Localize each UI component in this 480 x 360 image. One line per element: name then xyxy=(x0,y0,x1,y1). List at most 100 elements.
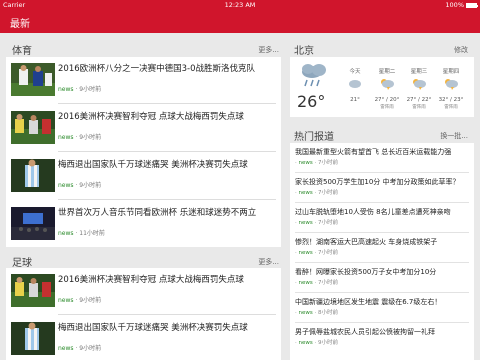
forecast-day-name: 星期三 xyxy=(410,69,428,75)
news-time: 9小时前 xyxy=(79,345,102,352)
news-title: 世界首次万人音乐节同看欧洲杯 乐迷和球迷势不两立 xyxy=(58,208,257,218)
hot-news-meta: · news · 7小时前 xyxy=(295,250,338,256)
hot-section-title: 热门报道 xyxy=(294,132,334,143)
news-title: 2016美洲杯决赛智利夺冠 点球大战梅西罚失点球 xyxy=(58,275,244,285)
news-source: news xyxy=(298,280,313,286)
news-item[interactable]: 2016美洲杯决赛智利夺冠 点球大战梅西罚失点球 news · 9小时前 xyxy=(6,270,276,313)
news-source: news xyxy=(298,250,313,256)
news-item[interactable]: 世界首次万人音乐节同看欧洲杯 乐迷和球迷势不两立 news · 11小时前 xyxy=(6,203,276,246)
news-time: 9小时前 xyxy=(79,182,102,189)
weather-section-header: 北京 修改 xyxy=(294,42,468,58)
page-title: 最新 xyxy=(10,19,30,30)
rain-cloud-icon xyxy=(302,64,326,87)
news-meta: news · 9小时前 xyxy=(58,86,102,93)
news-source: news xyxy=(58,182,74,189)
football-more-link[interactable]: 更多... xyxy=(258,257,279,267)
hot-news-meta: · news · 7小时前 xyxy=(295,220,338,226)
hot-news-item[interactable]: 看醉！网曝家长投资500万子女中考加分10分 · news · 7小时前 xyxy=(295,267,471,286)
news-time: 9小时前 xyxy=(79,297,102,304)
cloud-icon xyxy=(349,80,361,88)
forecast-temp: 27° / 22° xyxy=(406,97,432,103)
hot-news-meta: · news · 8小时前 xyxy=(295,310,338,316)
football-news-card: 2016美洲杯决赛智利夺冠 点球大战梅西罚失点球 news · 9小时前 梅西退… xyxy=(6,268,281,360)
football-section-header: 足球 更多... xyxy=(12,254,279,270)
news-divider xyxy=(58,103,276,104)
forecast-day: 星期二 27° / 20° 雷阵雨 xyxy=(372,67,402,110)
hot-news-meta: · news · 9小时前 xyxy=(295,340,338,346)
status-bar: Carrier 12:23 AM 100% xyxy=(0,0,480,10)
news-time: 9小时前 xyxy=(79,86,102,93)
hot-news-meta: · news · 7小时前 xyxy=(295,160,338,166)
news-time: 11小时前 xyxy=(79,230,105,237)
news-meta: news · 9小时前 xyxy=(58,345,102,352)
news-source: news xyxy=(58,345,74,352)
weather-card[interactable]: 26° 今天 21° 星期二 27° / 20° 雷阵雨 星期三 27° / 2… xyxy=(290,57,474,117)
hot-news-item[interactable]: 我国最新重型火箭有望首飞 总长近百米运载能力强 · news · 7小时前 xyxy=(295,147,471,166)
thunderstorm-icon xyxy=(413,79,426,90)
forecast-temp: 21° xyxy=(350,97,360,103)
news-item[interactable]: 梅西退出国家队千万球迷痛哭 美洲杯决赛罚失点球 news · 9小时前 xyxy=(6,318,276,360)
news-time: 9小时前 xyxy=(317,340,338,346)
weather-edit-link[interactable]: 修改 xyxy=(454,45,468,55)
news-title: 梅西退出国家队千万球迷痛哭 美洲杯决赛罚失点球 xyxy=(58,160,248,170)
battery-indicator: 100% xyxy=(445,1,478,9)
news-source: news xyxy=(298,220,313,226)
forecast-condition: 雷阵雨 xyxy=(412,105,426,110)
news-source: news xyxy=(298,190,313,196)
forecast-day: 星期三 27° / 22° 雷阵雨 xyxy=(404,67,434,110)
news-meta: news · 9小时前 xyxy=(58,297,102,304)
hot-news-title: 中国新疆边境地区发生地震 震级在6.7级左右！ xyxy=(295,298,442,306)
hot-news-meta: · news · 7小时前 xyxy=(295,280,338,286)
news-item[interactable]: 2016美洲杯决赛智利夺冠 点球大战梅西罚失点球 news · 9小时前 xyxy=(6,107,276,150)
news-thumbnail-football xyxy=(11,63,55,96)
forecast-day-name: 星期四 xyxy=(442,69,460,75)
news-source: news xyxy=(298,160,313,166)
hot-divider xyxy=(295,232,469,233)
sports-section-title: 体育 xyxy=(12,46,32,57)
news-meta: news · 9小时前 xyxy=(58,182,102,189)
thunderstorm-icon xyxy=(445,79,458,90)
football-section-title: 足球 xyxy=(12,258,32,269)
news-time: 7小时前 xyxy=(317,190,338,196)
forecast-today: 今天 21° xyxy=(340,67,370,103)
hot-news-item[interactable]: 男子佩辱盐城农民人员引起公愤被拘留一礼拜 · news · 9小时前 xyxy=(295,327,471,346)
forecast-temp: 32° / 23° xyxy=(438,97,464,103)
news-thumbnail-football xyxy=(11,322,55,355)
news-meta: news · 11小时前 xyxy=(58,230,105,237)
current-temperature: 26° xyxy=(297,92,326,111)
hot-news-title: 惨烈！湖南客运大巴高速起火 车身烧成铁架子 xyxy=(295,238,438,246)
news-thumbnail-football xyxy=(11,274,55,307)
hot-news-meta: · news · 7小时前 xyxy=(295,190,338,196)
news-source: news xyxy=(58,230,74,237)
sports-more-link[interactable]: 更多... xyxy=(258,45,279,55)
battery-percent: 100% xyxy=(445,1,464,9)
hot-divider xyxy=(295,172,469,173)
news-source: news xyxy=(58,86,74,93)
hot-news-item[interactable]: 家长投资500万学生加10分 中考加分政策如此草率？ · news · 7小时前 xyxy=(295,177,471,196)
news-divider xyxy=(58,314,276,315)
news-title: 2016欧洲杯八分之一决赛中德国3-0战胜斯洛伐克队 xyxy=(58,64,256,74)
hot-refresh-link[interactable]: 换一批... xyxy=(440,131,468,141)
news-time: 7小时前 xyxy=(317,250,338,256)
sports-section-header: 体育 更多... xyxy=(12,42,279,58)
news-source: news xyxy=(58,297,74,304)
news-time: 7小时前 xyxy=(317,280,338,286)
news-source: news xyxy=(298,310,313,316)
forecast-condition: 雷阵雨 xyxy=(444,105,458,110)
hot-section-header: 热门报道 换一批... xyxy=(294,128,468,144)
forecast-day: 星期四 32° / 23° 雷阵雨 xyxy=(436,67,466,110)
navigation-bar: 最新 xyxy=(0,10,480,33)
forecast-temp: 27° / 20° xyxy=(374,97,400,103)
hot-news-item[interactable]: 中国新疆边境地区发生地震 震级在6.7级左右！ · news · 8小时前 xyxy=(295,297,471,316)
news-item[interactable]: 2016欧洲杯八分之一决赛中德国3-0战胜斯洛伐克队 news · 9小时前 xyxy=(6,59,276,102)
clock: 12:23 AM xyxy=(224,1,256,9)
news-item[interactable]: 梅西退出国家队千万球迷痛哭 美洲杯决赛罚失点球 news · 9小时前 xyxy=(6,155,276,198)
hot-divider xyxy=(295,322,469,323)
news-thumbnail-crowd xyxy=(11,207,55,240)
hot-news-item[interactable]: 过山车脱轨堕地10人受伤 8名儿童差点遭死神亲吻 · news · 7小时前 xyxy=(295,207,471,226)
hot-news-item[interactable]: 惨烈！湖南客运大巴高速起火 车身烧成铁架子 · news · 7小时前 xyxy=(295,237,471,256)
forecast-day-name: 星期二 xyxy=(378,69,396,75)
news-title: 2016美洲杯决赛智利夺冠 点球大战梅西罚失点球 xyxy=(58,112,244,122)
news-title: 梅西退出国家队千万球迷痛哭 美洲杯决赛罚失点球 xyxy=(58,323,248,333)
hot-news-title: 家长投资500万学生加10分 中考加分政策如此草率？ xyxy=(295,178,460,186)
